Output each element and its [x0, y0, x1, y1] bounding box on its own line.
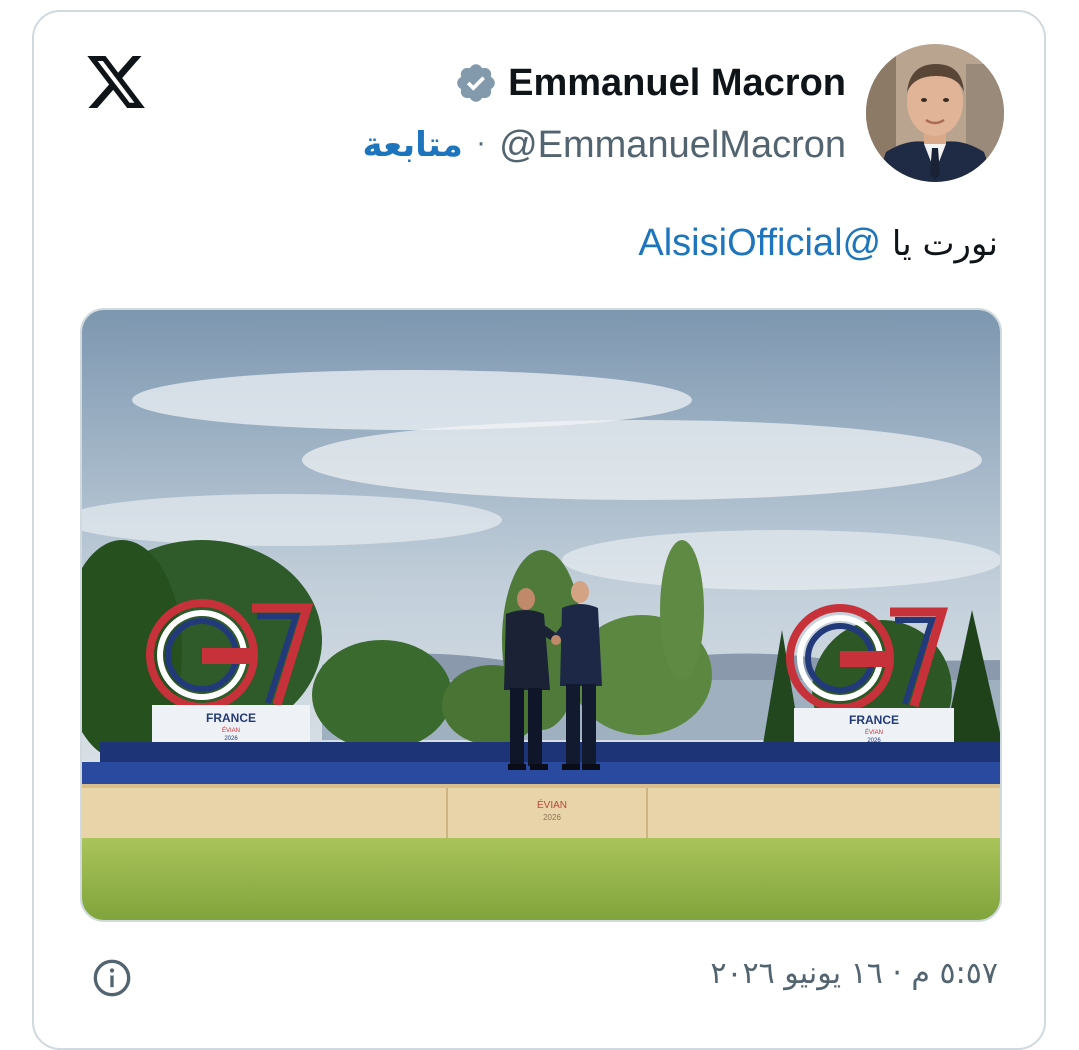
mention-link[interactable]: @AlsisiOfficial [638, 222, 881, 264]
sign-year-left: 2026 [224, 736, 238, 742]
sign-city-left: ÉVIAN [222, 727, 240, 734]
separator-dot: · [476, 130, 486, 160]
info-icon[interactable] [92, 958, 132, 998]
follow-button[interactable]: متابعة [363, 125, 463, 165]
avatar[interactable] [866, 44, 1004, 182]
tweet-card[interactable]: Emmanuel Macron متابعة · @EmmanuelMacron… [32, 10, 1046, 1050]
tweet-text: نورت يا @AlsisiOfficial [638, 222, 998, 265]
author-name-row[interactable]: Emmanuel Macron [454, 58, 846, 108]
tweet-timestamp[interactable]: ٥:٥٧ م · ١٦ يونيو ٢٠٢٦ [710, 956, 998, 991]
stage-year: 2026 [543, 813, 561, 822]
sign-country-left: FRANCE [206, 711, 256, 725]
sign-city-right: ÉVIAN [865, 729, 883, 736]
verified-badge-icon [457, 64, 495, 102]
tweet-text-prefix: نورت يا [881, 224, 998, 264]
author-name[interactable]: Emmanuel Macron [508, 62, 846, 105]
author-handle[interactable]: @EmmanuelMacron [499, 124, 846, 167]
sign-country-right: FRANCE [849, 713, 899, 727]
tweet-photo[interactable]: FRANCE ÉVIAN 2026 FRANCE ÉVIAN 2026 ÉVIA… [80, 308, 1002, 922]
x-logo-icon[interactable] [84, 50, 148, 114]
stage-city: ÉVIAN [537, 798, 567, 811]
author-handle-row: متابعة · @EmmanuelMacron [363, 120, 846, 170]
